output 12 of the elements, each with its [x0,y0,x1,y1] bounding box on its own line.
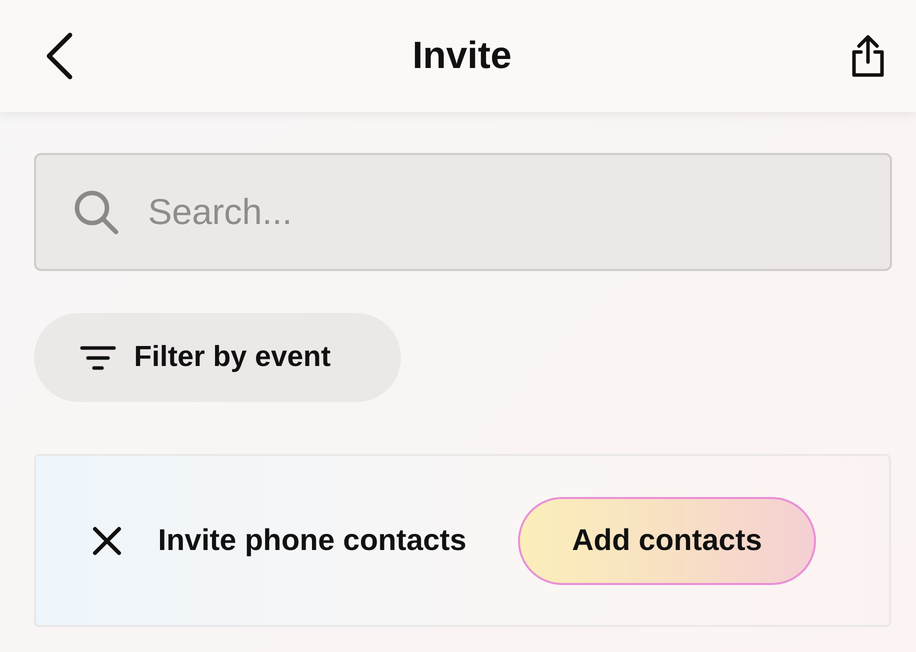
chevron-left-icon [44,32,74,80]
search-field[interactable]: Search... [34,153,892,271]
share-button[interactable] [850,34,886,78]
filter-button[interactable]: Filter by event [34,313,401,402]
add-contacts-button[interactable]: Add contacts [518,496,816,584]
filter-icon [80,344,116,370]
banner-text: Invite phone contacts [158,524,468,558]
close-icon [92,526,122,556]
close-button[interactable] [92,526,122,556]
page-title: Invite [412,34,512,78]
share-icon [850,34,886,78]
back-button[interactable] [44,32,74,80]
